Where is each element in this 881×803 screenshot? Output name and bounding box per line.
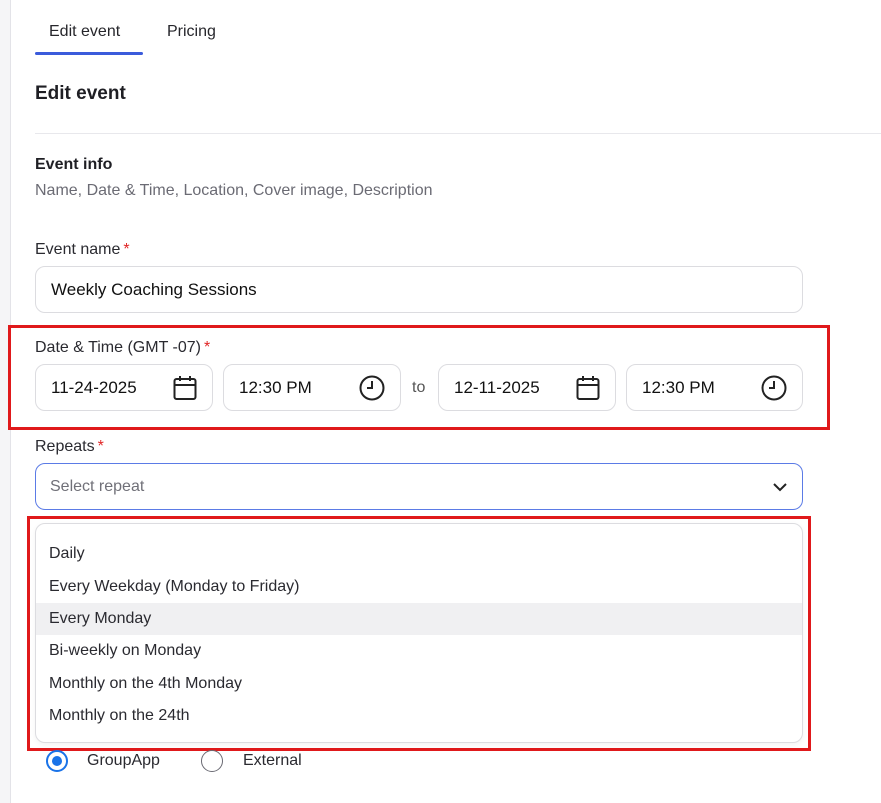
section-title: Event info [35, 156, 113, 173]
required-marker: * [123, 241, 130, 258]
active-tab-indicator [35, 52, 143, 55]
repeats-placeholder: Select repeat [50, 477, 145, 495]
divider [35, 133, 881, 134]
required-marker: * [97, 438, 104, 455]
repeat-option-monthly-4th-monday[interactable]: Monthly on the 4th Monday [36, 668, 802, 700]
required-marker: * [203, 339, 211, 356]
to-separator: to [412, 379, 426, 396]
event-name-label: Event name * [35, 241, 130, 259]
datetime-label: Date & Time (GMT -07) * [35, 339, 210, 357]
start-time-input[interactable]: 12:30 PM [223, 364, 401, 411]
repeat-option-biweekly[interactable]: Bi-weekly on Monday [36, 635, 802, 667]
tab-edit-event[interactable]: Edit event [49, 23, 120, 41]
radio-external[interactable] [201, 750, 223, 772]
calendar-icon[interactable] [576, 375, 600, 401]
start-date-value: 11-24-2025 [51, 377, 137, 397]
page-title: Edit event [35, 83, 126, 104]
start-time-value: 12:30 PM [239, 377, 312, 397]
repeats-label: Repeats * [35, 438, 104, 456]
label-text: Event name [35, 241, 121, 258]
repeats-dropdown: Daily Every Weekday (Monday to Friday) E… [35, 523, 803, 743]
repeats-select[interactable]: Select repeat [35, 463, 803, 510]
start-date-input[interactable]: 11-24-2025 [35, 364, 213, 411]
clock-icon[interactable] [359, 375, 385, 401]
event-name-value: Weekly Coaching Sessions [51, 279, 257, 299]
clock-icon[interactable] [761, 375, 787, 401]
radio-groupapp[interactable] [46, 750, 68, 772]
end-time-value: 12:30 PM [642, 377, 715, 397]
label-text: Date & Time (GMT -07) [35, 339, 201, 356]
chevron-down-icon [772, 482, 788, 492]
event-name-input[interactable]: Weekly Coaching Sessions [35, 266, 803, 313]
tab-pricing[interactable]: Pricing [167, 23, 216, 41]
radio-groupapp-label[interactable]: GroupApp [87, 752, 160, 770]
section-subtitle: Name, Date & Time, Location, Cover image… [35, 182, 433, 199]
label-text: Repeats [35, 438, 95, 455]
calendar-icon[interactable] [173, 375, 197, 401]
end-time-input[interactable]: 12:30 PM [626, 364, 803, 411]
repeat-option-every-monday[interactable]: Every Monday [36, 602, 802, 636]
end-date-input[interactable]: 12-11-2025 [438, 364, 616, 411]
repeat-option-daily[interactable]: Daily [36, 538, 802, 570]
repeat-option-monthly-24th[interactable]: Monthly on the 24th [36, 700, 802, 732]
repeat-option-weekday[interactable]: Every Weekday (Monday to Friday) [36, 570, 802, 602]
end-date-value: 12-11-2025 [454, 377, 540, 397]
radio-external-label[interactable]: External [243, 752, 302, 770]
